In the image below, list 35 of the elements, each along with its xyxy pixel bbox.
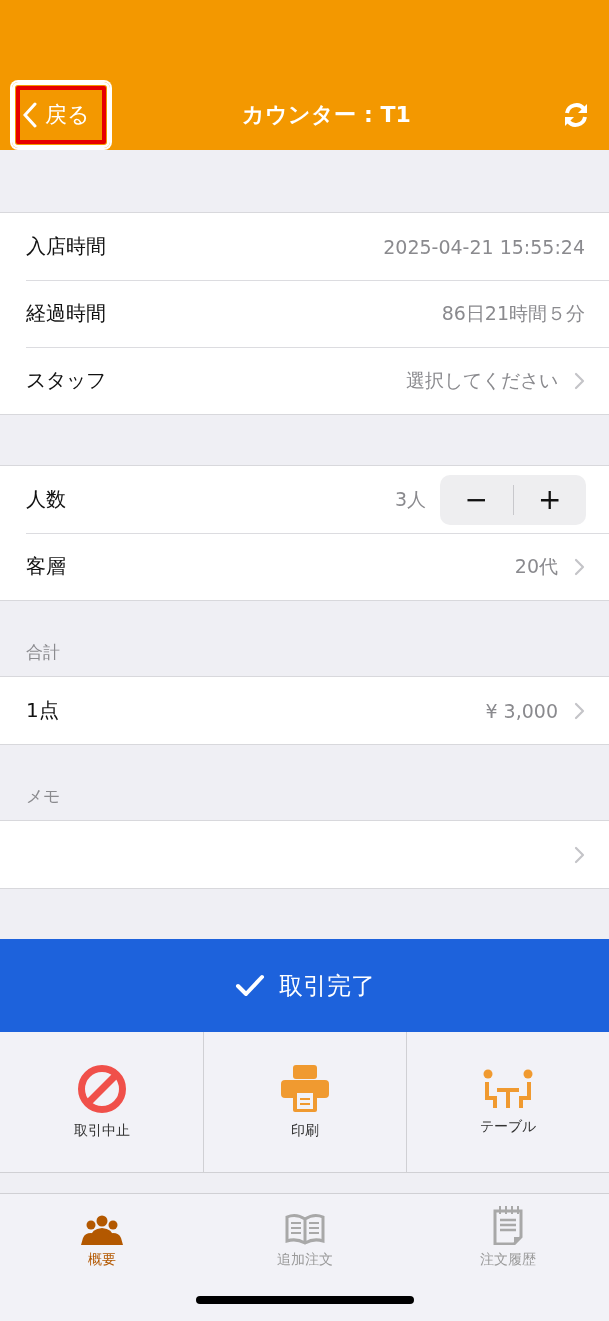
prohibited-icon [76, 1064, 127, 1114]
row-value: 選択してください [406, 367, 558, 393]
people-icon [80, 1215, 123, 1245]
chevron-icon [574, 371, 585, 390]
chevron-icon [574, 557, 585, 576]
row-label: 1点 [26, 697, 60, 724]
complete-button[interactable]: 取引完了 [0, 939, 609, 1032]
chevron-icon [574, 701, 585, 720]
list-row[interactable]: 客層 20代 [0, 533, 609, 600]
refresh-icon[interactable] [563, 102, 589, 128]
screen-title: カウンター : T1 [242, 101, 411, 129]
row-value: 2025-04-21 15:55:24 [383, 235, 585, 258]
row-value: ¥ 3,000 [485, 699, 558, 722]
plus-button[interactable]: + [513, 474, 586, 525]
printer-icon [280, 1064, 330, 1114]
row-label: 入店時間 [26, 233, 107, 260]
row-value: 3人 [394, 486, 426, 512]
row-label: 客層 [26, 553, 67, 580]
row-value: 20代 [514, 553, 558, 579]
row-value: 86日21時間５分 [441, 300, 585, 326]
row-label: 人数 [26, 486, 67, 513]
table-with-chairs-icon [483, 1068, 533, 1110]
checkmark-icon [234, 973, 265, 998]
chevron-icon [574, 845, 585, 864]
open-book-icon [283, 1213, 326, 1245]
row-label: 経過時間 [26, 300, 107, 327]
notepad-icon [491, 1205, 524, 1245]
list-row[interactable]: スタッフ 選択してください [0, 347, 609, 414]
minus-button[interactable]: − [440, 474, 513, 525]
list-row[interactable]: 1点 ¥ 3,000 [0, 677, 609, 744]
row-label: スタッフ [26, 367, 107, 394]
chevron-left-icon [23, 102, 37, 128]
section-header: 合計 [26, 641, 60, 664]
section-header: メモ [26, 785, 60, 808]
tab[interactable]: 概要 [0, 1194, 203, 1270]
